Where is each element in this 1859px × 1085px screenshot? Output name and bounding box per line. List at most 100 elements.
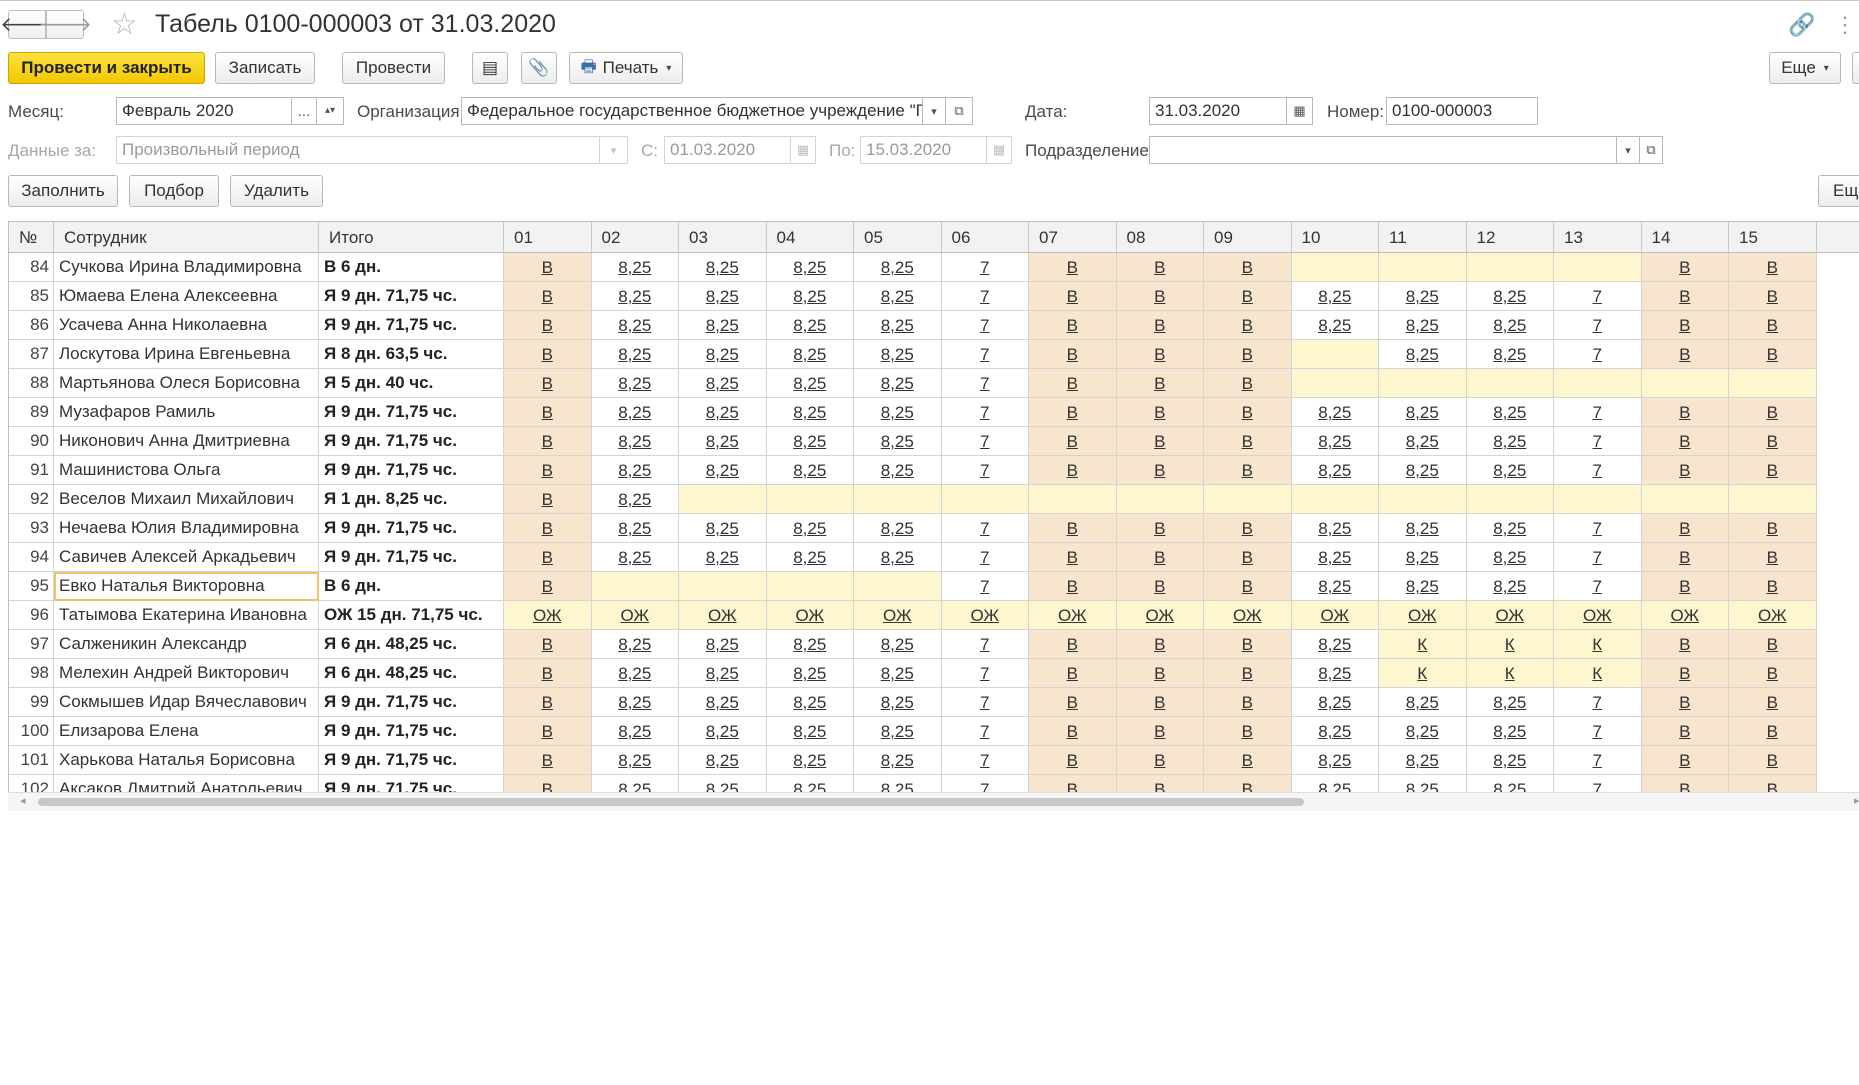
day-cell-05[interactable]: 8,25 bbox=[854, 456, 942, 485]
day-cell-14[interactable]: В bbox=[1641, 746, 1729, 775]
employee-cell[interactable]: Сокмышев Идар Вячеславович bbox=[54, 688, 319, 717]
scroll-left-icon[interactable]: ◂ bbox=[20, 794, 26, 807]
day-cell-07[interactable]: В bbox=[1029, 369, 1117, 398]
table-more-button[interactable]: Ещ bbox=[1818, 175, 1859, 207]
header-day-15[interactable]: 15 bbox=[1729, 222, 1817, 252]
employee-cell[interactable]: Сучкова Ирина Владимировна bbox=[54, 253, 319, 282]
day-cell-10[interactable]: 8,25 bbox=[1291, 427, 1379, 456]
day-cell-05[interactable] bbox=[854, 485, 942, 514]
day-cell-14[interactable]: В bbox=[1641, 311, 1729, 340]
day-cell-01[interactable]: В bbox=[504, 282, 592, 311]
day-cell-03[interactable]: 8,25 bbox=[679, 688, 767, 717]
day-cell-07[interactable]: В bbox=[1029, 746, 1117, 775]
day-cell-15[interactable]: В bbox=[1729, 282, 1817, 311]
day-cell-10[interactable]: 8,25 bbox=[1291, 717, 1379, 746]
day-cell-10[interactable]: 8,25 bbox=[1291, 746, 1379, 775]
day-cell-02[interactable]: 8,25 bbox=[591, 253, 679, 282]
day-cell-09[interactable]: В bbox=[1204, 340, 1292, 369]
day-cell-11[interactable]: 8,25 bbox=[1379, 688, 1467, 717]
day-cell-05[interactable]: 8,25 bbox=[854, 630, 942, 659]
day-cell-13[interactable]: 7 bbox=[1554, 514, 1642, 543]
document-list-button[interactable]: ▤ bbox=[472, 52, 508, 84]
day-cell-02[interactable]: 8,25 bbox=[591, 427, 679, 456]
day-cell-03[interactable]: 8,25 bbox=[679, 543, 767, 572]
day-cell-06[interactable]: 7 bbox=[941, 369, 1029, 398]
day-cell-14[interactable]: В bbox=[1641, 282, 1729, 311]
day-cell-09[interactable]: ОЖ bbox=[1204, 601, 1292, 630]
calendar-icon[interactable]: ▦ bbox=[1286, 97, 1313, 125]
day-cell-05[interactable]: 8,25 bbox=[854, 746, 942, 775]
total-cell[interactable]: Я 9 дн. 71,75 чс. bbox=[319, 688, 504, 717]
day-cell-09[interactable]: В bbox=[1204, 311, 1292, 340]
day-cell-04[interactable]: 8,25 bbox=[766, 746, 854, 775]
total-cell[interactable]: Я 9 дн. 71,75 чс. bbox=[319, 282, 504, 311]
day-cell-13[interactable]: 7 bbox=[1554, 311, 1642, 340]
attach-button[interactable]: 📎 bbox=[521, 52, 557, 84]
day-cell-09[interactable]: В bbox=[1204, 688, 1292, 717]
day-cell-06[interactable]: ОЖ bbox=[941, 601, 1029, 630]
day-cell-15[interactable] bbox=[1729, 485, 1817, 514]
day-cell-12[interactable]: 8,25 bbox=[1466, 514, 1554, 543]
day-cell-03[interactable]: 8,25 bbox=[679, 746, 767, 775]
day-cell-10[interactable]: ОЖ bbox=[1291, 601, 1379, 630]
day-cell-10[interactable]: 8,25 bbox=[1291, 311, 1379, 340]
day-cell-01[interactable]: В bbox=[504, 659, 592, 688]
day-cell-13[interactable] bbox=[1554, 485, 1642, 514]
row-number-cell[interactable]: 95 bbox=[9, 572, 54, 601]
day-cell-07[interactable]: В bbox=[1029, 253, 1117, 282]
day-cell-05[interactable]: 8,25 bbox=[854, 253, 942, 282]
day-cell-15[interactable]: В bbox=[1729, 456, 1817, 485]
day-cell-15[interactable]: В bbox=[1729, 572, 1817, 601]
day-cell-13[interactable]: 7 bbox=[1554, 398, 1642, 427]
day-cell-03[interactable]: 8,25 bbox=[679, 311, 767, 340]
day-cell-05[interactable]: 8,25 bbox=[854, 514, 942, 543]
header-day-05[interactable]: 05 bbox=[854, 222, 942, 252]
day-cell-09[interactable] bbox=[1204, 485, 1292, 514]
employee-cell[interactable]: Евко Наталья Викторовна bbox=[54, 572, 319, 601]
day-cell-08[interactable]: В bbox=[1116, 456, 1204, 485]
day-cell-08[interactable]: В bbox=[1116, 717, 1204, 746]
day-cell-08[interactable]: В bbox=[1116, 572, 1204, 601]
total-cell[interactable]: Я 9 дн. 71,75 чс. bbox=[319, 717, 504, 746]
day-cell-15[interactable]: В bbox=[1729, 253, 1817, 282]
header-day-14[interactable]: 14 bbox=[1642, 222, 1729, 252]
day-cell-08[interactable]: В bbox=[1116, 282, 1204, 311]
day-cell-14[interactable] bbox=[1641, 485, 1729, 514]
day-cell-01[interactable]: В bbox=[504, 369, 592, 398]
division-dropdown-icon[interactable]: ▾ bbox=[1616, 136, 1640, 164]
day-cell-10[interactable]: 8,25 bbox=[1291, 659, 1379, 688]
header-day-10[interactable]: 10 bbox=[1292, 222, 1379, 252]
day-cell-15[interactable]: В bbox=[1729, 630, 1817, 659]
day-cell-11[interactable]: 8,25 bbox=[1379, 717, 1467, 746]
day-cell-05[interactable]: 8,25 bbox=[854, 717, 942, 746]
day-cell-14[interactable]: В bbox=[1641, 630, 1729, 659]
header-day-09[interactable]: 09 bbox=[1204, 222, 1292, 252]
header-total[interactable]: Итого bbox=[319, 222, 504, 252]
day-cell-07[interactable]: В bbox=[1029, 717, 1117, 746]
day-cell-11[interactable]: 8,25 bbox=[1379, 282, 1467, 311]
day-cell-08[interactable]: В bbox=[1116, 514, 1204, 543]
day-cell-01[interactable]: В bbox=[504, 340, 592, 369]
day-cell-02[interactable]: 8,25 bbox=[591, 282, 679, 311]
day-cell-15[interactable]: В bbox=[1729, 543, 1817, 572]
day-cell-10[interactable]: 8,25 bbox=[1291, 688, 1379, 717]
day-cell-04[interactable]: 8,25 bbox=[766, 311, 854, 340]
total-cell[interactable]: Я 6 дн. 48,25 чс. bbox=[319, 659, 504, 688]
day-cell-03[interactable]: ОЖ bbox=[679, 601, 767, 630]
total-cell[interactable]: ОЖ 15 дн. 71,75 чс. bbox=[319, 601, 504, 630]
day-cell-13[interactable] bbox=[1554, 253, 1642, 282]
day-cell-06[interactable]: 7 bbox=[941, 688, 1029, 717]
day-cell-10[interactable]: 8,25 bbox=[1291, 398, 1379, 427]
day-cell-14[interactable]: В bbox=[1641, 456, 1729, 485]
day-cell-07[interactable]: В bbox=[1029, 543, 1117, 572]
day-cell-08[interactable]: В bbox=[1116, 369, 1204, 398]
employee-cell[interactable]: Усачева Анна Николаевна bbox=[54, 311, 319, 340]
division-open-icon[interactable]: ⧉ bbox=[1639, 136, 1663, 164]
day-cell-06[interactable]: 7 bbox=[941, 746, 1029, 775]
day-cell-03[interactable]: 8,25 bbox=[679, 282, 767, 311]
day-cell-01[interactable]: В bbox=[504, 514, 592, 543]
pick-button[interactable]: Подбор bbox=[129, 175, 219, 207]
day-cell-09[interactable]: В bbox=[1204, 369, 1292, 398]
day-cell-03[interactable]: 8,25 bbox=[679, 630, 767, 659]
day-cell-09[interactable]: В bbox=[1204, 717, 1292, 746]
